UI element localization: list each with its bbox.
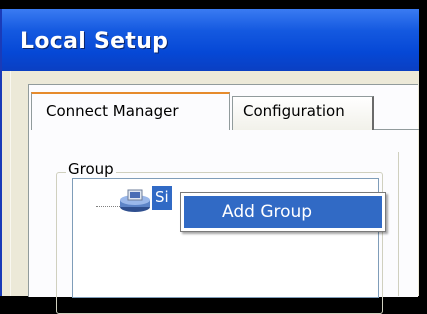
window-frame-right bbox=[419, 0, 427, 296]
tree-node-selected[interactable]: Si bbox=[152, 186, 172, 210]
tab-label: Connect Manager bbox=[46, 102, 179, 120]
client-border bbox=[2, 71, 11, 296]
group-box-label: Group bbox=[66, 160, 116, 178]
window-frame-top bbox=[0, 0, 427, 9]
context-menu: Add Group bbox=[180, 192, 386, 232]
tab-connect-manager[interactable]: Connect Manager bbox=[31, 92, 230, 130]
tree-node-label: Si bbox=[155, 188, 169, 206]
tab-label: Configuration bbox=[243, 102, 345, 120]
menu-item-label: Add Group bbox=[222, 202, 313, 222]
menu-item-add-group[interactable]: Add Group bbox=[184, 196, 382, 228]
server-group-icon bbox=[120, 189, 150, 212]
tab-configuration[interactable]: Configuration bbox=[232, 96, 374, 130]
window-title: Local Setup bbox=[20, 29, 169, 54]
title-bar[interactable]: Local Setup bbox=[2, 9, 419, 71]
tab-strip-line bbox=[374, 129, 419, 130]
right-panel-edge bbox=[398, 152, 420, 296]
